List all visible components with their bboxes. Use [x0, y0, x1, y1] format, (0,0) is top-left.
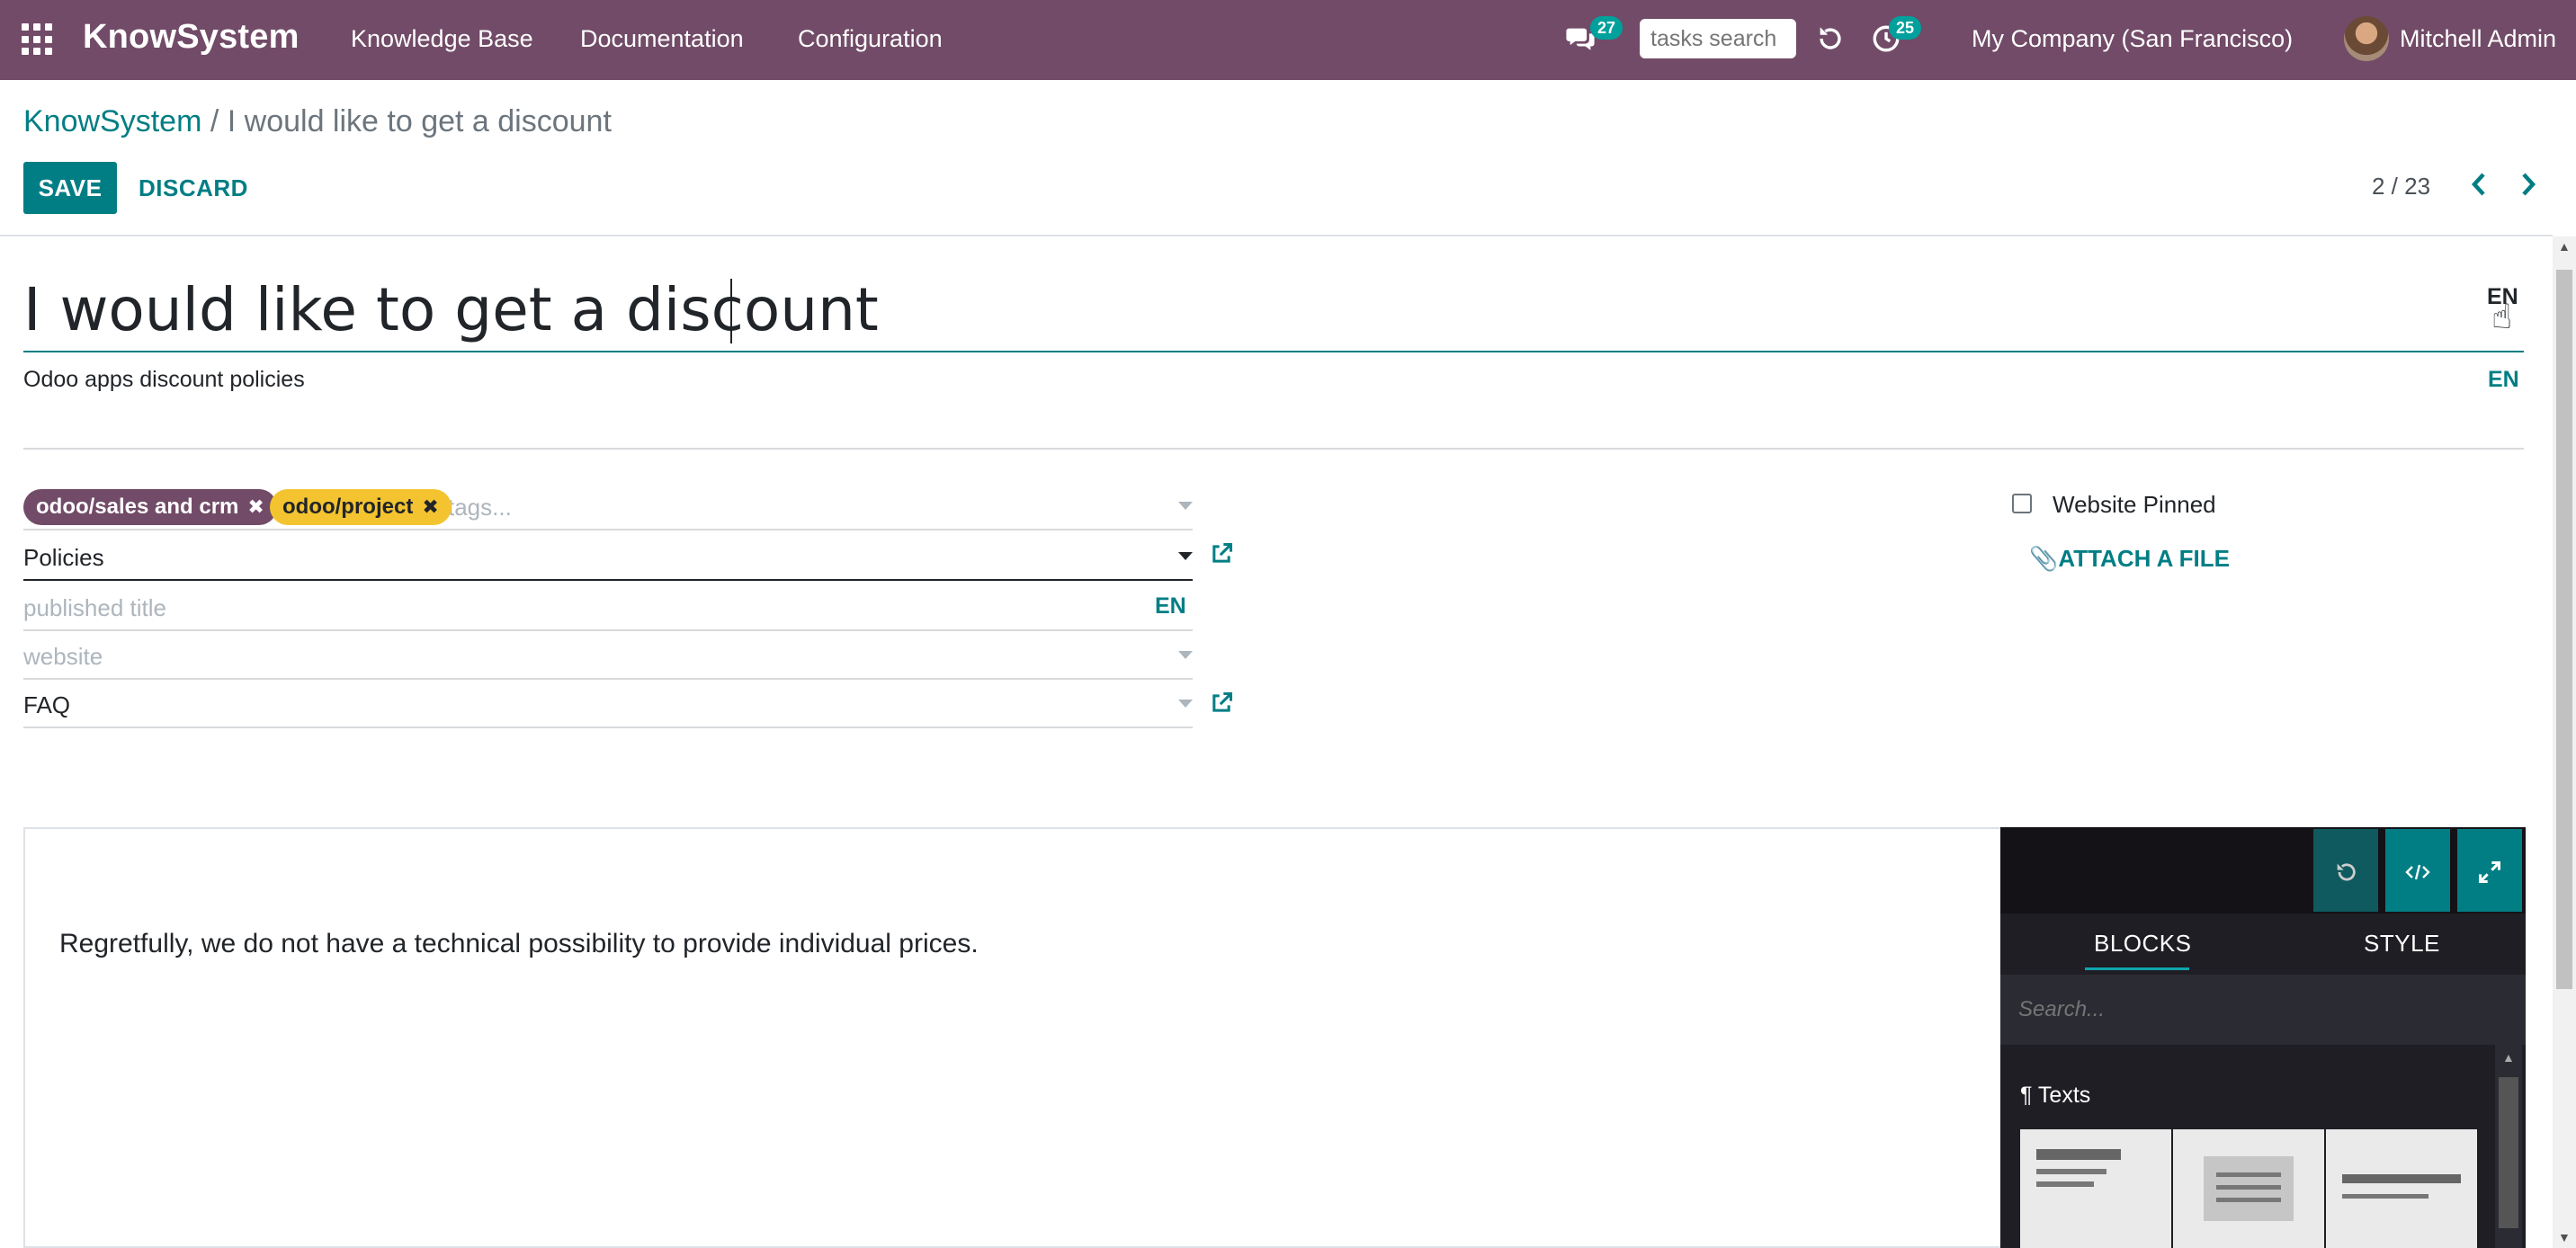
pager-prev-button[interactable]: [2469, 171, 2489, 205]
top-navbar: KnowSystem Knowledge Base Documentation …: [0, 0, 2576, 80]
texts-section-title: ¶ Texts: [2020, 1083, 2091, 1108]
editor-body-text[interactable]: Regretfully, we do not have a technical …: [59, 929, 979, 959]
snippets-scrollbar-thumb[interactable]: [2499, 1077, 2518, 1228]
attach-file-button[interactable]: 📎ATTACH A FILE: [2029, 545, 2230, 573]
active-tab-indicator: [2085, 967, 2189, 970]
scroll-up-icon[interactable]: ▲: [2558, 239, 2571, 254]
save-button[interactable]: SAVE: [23, 162, 117, 214]
published-title-input[interactable]: published title: [23, 594, 166, 622]
header-separator: [23, 448, 2524, 450]
tag-badge: odoo/project ✖: [270, 489, 452, 525]
website-field[interactable]: website: [23, 631, 1193, 680]
tags-input[interactable]: tags...: [448, 494, 512, 521]
user-avatar[interactable]: [2344, 16, 2389, 61]
pager-value[interactable]: 2 / 23: [2372, 173, 2430, 201]
tag-badge: odoo/sales and crm ✖: [23, 489, 277, 525]
activity-badge: 25: [1889, 16, 1922, 40]
tag-label: odoo/sales and crm: [36, 495, 239, 519]
menu-knowledge-base[interactable]: Knowledge Base: [351, 25, 533, 53]
refresh-button[interactable]: [1815, 23, 1846, 58]
section-value: Policies: [23, 544, 104, 571]
kind-field[interactable]: FAQ: [23, 680, 1193, 728]
hand-pointer-icon: ☝: [2491, 299, 2513, 336]
tags-dropdown-icon[interactable]: [1178, 502, 1193, 510]
tab-blocks[interactable]: BLOCKS: [2094, 930, 2192, 958]
article-subtitle[interactable]: Odoo apps discount policies: [23, 367, 305, 393]
panel-scroll-up-icon[interactable]: ▲: [2502, 1050, 2515, 1065]
tab-style[interactable]: STYLE: [2364, 930, 2440, 958]
discard-button[interactable]: DISCARD: [133, 162, 254, 214]
breadcrumb-current: I would like to get a discount: [227, 104, 612, 138]
published-title-language-button[interactable]: EN: [1155, 593, 1186, 620]
control-panel-divider: [0, 235, 2553, 236]
refresh-icon: [1820, 27, 1841, 49]
fullscreen-button[interactable]: [2457, 829, 2522, 912]
scroll-down-icon[interactable]: ▼: [2558, 1230, 2571, 1244]
text-cursor: [730, 279, 732, 343]
published-title-field[interactable]: published title: [23, 583, 1193, 631]
snippet-title-text-block[interactable]: [2326, 1129, 2477, 1248]
kind-value: FAQ: [23, 691, 71, 718]
user-menu[interactable]: Mitchell Admin: [2400, 25, 2556, 53]
external-link-icon: [1212, 542, 1233, 563]
html-editor[interactable]: [23, 827, 2000, 1248]
apps-menu-icon[interactable]: [22, 23, 54, 56]
tag-label: odoo/project: [282, 495, 414, 519]
article-title-input[interactable]: [23, 268, 2524, 352]
tasks-search-input[interactable]: [1640, 19, 1796, 58]
chevron-left-icon: [2471, 173, 2485, 196]
paperclip-icon: 📎: [2029, 545, 2059, 572]
company-switcher[interactable]: My Company (San Francisco): [1972, 25, 2293, 53]
expand-icon: [2478, 860, 2501, 883]
code-icon: [2405, 864, 2430, 879]
website-pinned-checkbox[interactable]: [2012, 494, 2032, 513]
website-pinned-label[interactable]: Website Pinned: [2053, 491, 2216, 519]
kind-external-link-button[interactable]: [1209, 691, 1234, 723]
section-field[interactable]: Policies: [23, 532, 1193, 581]
external-link-icon: [1212, 691, 1233, 712]
chat-badge: 27: [1590, 16, 1623, 40]
section-dropdown-icon[interactable]: [1178, 552, 1193, 560]
undo-button[interactable]: [2313, 829, 2378, 912]
app-brand[interactable]: KnowSystem: [83, 18, 300, 57]
subtitle-language-button[interactable]: EN: [2488, 367, 2519, 393]
breadcrumb: KnowSystem / I would like to get a disco…: [23, 104, 612, 139]
remove-tag-icon[interactable]: ✖: [247, 495, 264, 518]
chevron-right-icon: [2522, 173, 2536, 196]
menu-configuration[interactable]: Configuration: [798, 25, 943, 53]
snippet-text-block[interactable]: [2020, 1129, 2171, 1248]
pager-next-button[interactable]: [2518, 171, 2538, 205]
remove-tag-icon[interactable]: ✖: [422, 495, 438, 518]
code-view-button[interactable]: [2385, 829, 2450, 912]
kind-dropdown-icon[interactable]: [1178, 700, 1193, 708]
snippet-image-text-block[interactable]: [2173, 1129, 2324, 1248]
undo-icon: [2337, 863, 2356, 881]
website-dropdown-icon[interactable]: [1178, 651, 1193, 659]
breadcrumb-separator: /: [201, 104, 228, 138]
breadcrumb-root[interactable]: KnowSystem: [23, 104, 201, 138]
page-scrollbar-thumb[interactable]: [2556, 270, 2572, 989]
section-external-link-button[interactable]: [1209, 541, 1234, 574]
attach-file-label: ATTACH A FILE: [2058, 545, 2231, 572]
website-input[interactable]: website: [23, 643, 103, 671]
snippets-search-input[interactable]: [2000, 975, 2526, 1045]
menu-documentation[interactable]: Documentation: [580, 25, 744, 53]
